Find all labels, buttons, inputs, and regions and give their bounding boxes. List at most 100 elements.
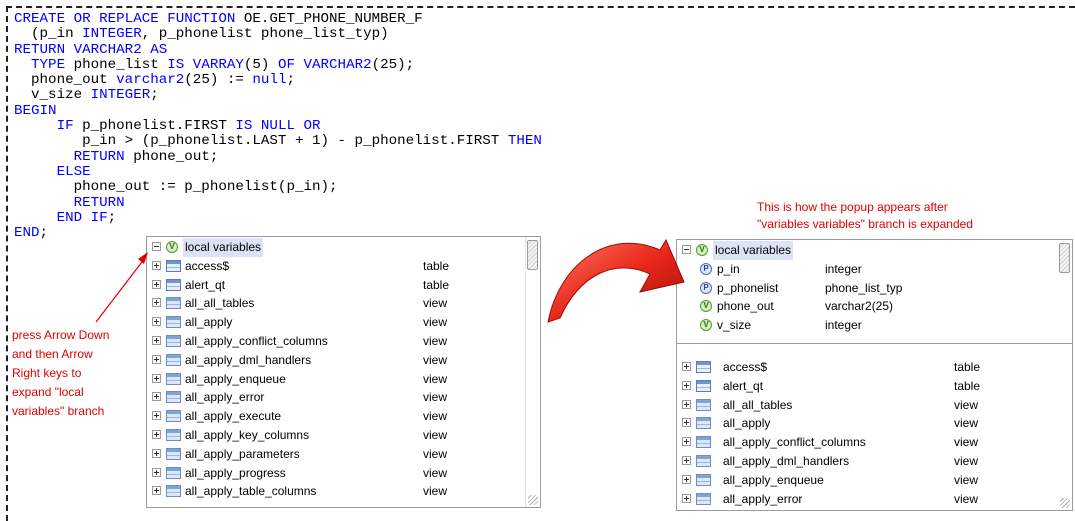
code-line[interactable]: p_in > (p_phonelist.LAST + 1) - p_phonel… — [14, 134, 542, 149]
object-list-item[interactable]: all_apply_parameters view — [147, 445, 540, 464]
annotation-line: This is how the popup appears after — [757, 200, 948, 214]
object-list-item[interactable]: all_apply_execute view — [147, 407, 540, 426]
popup-scrollbar-lower[interactable] — [1058, 344, 1072, 510]
expand-toggle-icon[interactable] — [152, 317, 161, 327]
object-list-item[interactable]: all_apply view — [147, 313, 540, 332]
object-list-item[interactable]: alert_qt table — [677, 377, 1072, 396]
object-list-item[interactable]: all_apply_enqueue view — [677, 471, 1072, 490]
code-line[interactable]: RETURN — [14, 195, 542, 211]
object-list-item[interactable]: all_apply_conflict_columns view — [147, 332, 540, 351]
code-line[interactable]: (p_in INTEGER, p_phonelist phone_list_ty… — [14, 27, 542, 42]
scrollbar-thumb[interactable] — [1059, 243, 1070, 273]
expand-toggle-icon[interactable] — [152, 335, 161, 345]
expand-toggle-icon[interactable] — [682, 437, 691, 447]
autocomplete-popup-expanded[interactable]: V local variables Pp_in integer Pp_phoneli… — [676, 239, 1073, 511]
variable-name: p_phonelist — [717, 280, 779, 295]
object-list-item[interactable]: all_apply_dml_handlers view — [677, 452, 1072, 471]
object-list-item[interactable]: all_apply_enqueue view — [147, 370, 540, 389]
code-line[interactable]: phone_out varchar2(25) := null; — [14, 73, 542, 88]
parameter-icon: P — [700, 262, 712, 275]
section-divider — [677, 343, 1072, 344]
object-name: all_apply_error — [185, 390, 265, 405]
local-variable-item[interactable]: Vphone_out varchar2(25) — [677, 297, 1072, 316]
expand-toggle-icon[interactable] — [152, 354, 161, 364]
object-list-item[interactable]: all_apply_progress view — [147, 464, 540, 483]
code-line[interactable]: TYPE phone_list IS VARRAY(5) OF VARCHAR2… — [14, 57, 542, 73]
object-list-item[interactable]: all_apply view — [677, 414, 1072, 433]
expand-toggle-icon[interactable] — [152, 279, 161, 289]
expand-toggle-icon[interactable] — [682, 362, 691, 371]
object-list-item[interactable]: all_apply_key_columns view — [147, 426, 540, 445]
object-type: table — [954, 378, 981, 393]
local-variable-item[interactable]: Vv_size integer — [677, 316, 1072, 335]
expand-toggle-icon[interactable] — [682, 380, 691, 390]
resize-grip-icon[interactable] — [528, 495, 538, 505]
expand-toggle-icon[interactable] — [152, 298, 161, 308]
code-line[interactable]: CREATE OR REPLACE FUNCTION OE.GET_PHONE_… — [14, 11, 542, 27]
object-type: table — [954, 360, 981, 374]
expand-toggle-icon[interactable] — [152, 373, 161, 383]
code-line[interactable]: END IF; — [14, 210, 542, 226]
autocomplete-popup-collapsed[interactable]: V local variables access$ table alert_qt ta… — [146, 236, 541, 508]
object-list-item[interactable]: all_all_tables view — [147, 294, 540, 313]
collapse-toggle-icon[interactable] — [682, 245, 691, 254]
object-list-item[interactable]: all_apply_dml_handlers view — [147, 351, 540, 370]
expand-toggle-icon[interactable] — [682, 493, 691, 503]
local-variable-item[interactable]: Pp_phonelist phone_list_typ — [677, 279, 1072, 298]
object-list-item[interactable]: all_apply_conflict_columns view — [677, 433, 1072, 452]
object-type: view — [423, 484, 448, 499]
expand-toggle-icon[interactable] — [152, 392, 161, 402]
local-variable-item[interactable]: Pp_in integer — [677, 260, 1072, 279]
code-line[interactable]: RETURN VARCHAR2 AS — [14, 42, 542, 58]
expand-toggle-icon[interactable] — [152, 429, 161, 439]
resize-grip-icon[interactable] — [1060, 498, 1070, 508]
code-line[interactable]: BEGIN — [14, 103, 542, 119]
object-list-item[interactable]: all_apply_error view — [147, 388, 540, 407]
code-line[interactable]: RETURN phone_out; — [14, 148, 542, 165]
object-name: all_apply_table_columns — [185, 484, 317, 499]
expand-toggle-icon[interactable] — [682, 455, 691, 465]
annotation-line: "variables variables" branch is expanded — [757, 217, 973, 231]
variable-type: varchar2(25) — [825, 299, 894, 314]
object-list-item[interactable]: all_apply_error view — [677, 490, 1072, 509]
object-type: view — [954, 416, 979, 431]
code-line[interactable]: phone_out := p_phonelist(p_in); — [14, 180, 542, 195]
view-icon — [166, 410, 181, 423]
expand-toggle-icon[interactable] — [152, 467, 161, 477]
scrollbar-thumb[interactable] — [527, 240, 538, 270]
local-variables-node[interactable]: V local variables — [677, 241, 1072, 260]
code-line[interactable]: v_size INTEGER; — [14, 88, 542, 103]
code-keyword: RETURN — [73, 148, 125, 165]
code-keyword: INTEGER — [90, 87, 151, 104]
expand-toggle-icon[interactable] — [152, 486, 161, 496]
popup-scrollbar[interactable] — [1058, 240, 1072, 342]
object-list-item[interactable]: all_apply_table_columns view — [147, 482, 540, 501]
object-list-item[interactable]: alert_qt table — [147, 276, 540, 295]
expand-toggle-icon[interactable] — [682, 418, 691, 428]
expand-toggle-icon[interactable] — [682, 399, 691, 409]
popup-scrollbar[interactable] — [525, 237, 540, 507]
code-keyword: ELSE — [56, 163, 91, 180]
object-name: all_apply_dml_handlers — [185, 352, 312, 367]
object-list-item[interactable]: access$ table — [677, 358, 1072, 377]
view-icon — [696, 417, 711, 430]
expand-toggle-icon[interactable] — [152, 260, 161, 270]
object-type: view — [423, 315, 448, 330]
expand-toggle-icon[interactable] — [682, 474, 691, 484]
expand-toggle-icon[interactable] — [152, 411, 161, 421]
object-type: view — [954, 491, 979, 506]
code-line[interactable]: ELSE — [14, 163, 542, 180]
collapse-toggle-icon[interactable] — [152, 242, 161, 251]
object-list-item[interactable]: access$ table — [147, 257, 540, 276]
local-variables-node[interactable]: V local variables — [147, 238, 540, 257]
code-line[interactable]: IF p_phonelist.FIRST IS NULL OR — [14, 118, 542, 134]
expand-toggle-icon[interactable] — [152, 448, 161, 458]
view-icon — [166, 466, 181, 479]
sql-code-editor[interactable]: CREATE OR REPLACE FUNCTION OE.GET_PHONE_… — [14, 11, 542, 241]
view-icon — [696, 473, 711, 486]
object-list-item[interactable]: all_all_tables view — [677, 396, 1072, 415]
code-text: ; — [286, 72, 295, 89]
object-type: view — [423, 409, 448, 424]
